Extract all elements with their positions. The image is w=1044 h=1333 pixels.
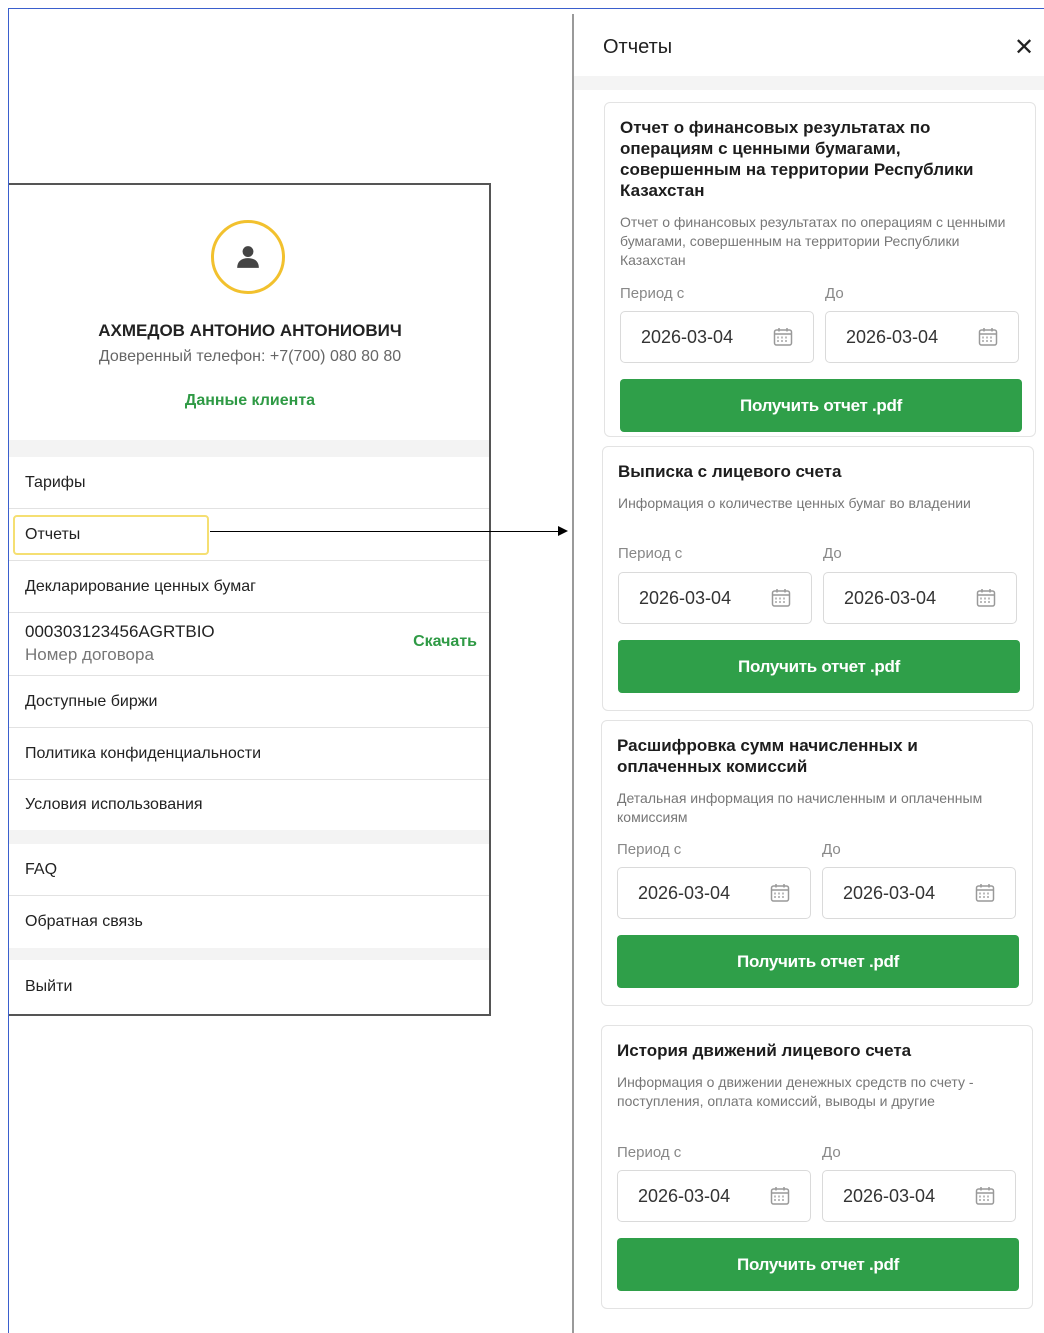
get-report-button[interactable]: Получить отчет .pdf [618,640,1020,693]
date-value: 2026-03-04 [843,882,936,903]
date-value: 2026-03-04 [638,882,731,903]
report-card: Отчет о финансовых результатах по операц… [604,102,1036,437]
calendar-icon[interactable] [978,327,998,347]
date-value: 2026-03-04 [638,1185,731,1206]
report-description: Детальная информация по начисленным и оп… [617,790,983,825]
report-description: Информация о количестве ценных бумаг во … [618,495,971,511]
trusted-phone: Доверенный телефон: +7(700) 080 80 80 [98,348,402,365]
calendar-icon[interactable] [770,1186,790,1206]
get-report-button[interactable]: Получить отчет .pdf [617,1238,1019,1291]
report-title: Отчет о финансовых результатах по операц… [620,118,974,200]
report-description: Информация о движении денежных средств п… [617,1074,974,1109]
reports-panel: Отчеты ✕ Отчет о финансовых результатах … [572,14,1044,1333]
avatar [211,220,285,294]
menu-item-label: Политика конфиденциальности [25,744,262,762]
menu-item-label: Обратная связь [25,913,143,930]
period-to-label: До [825,285,844,302]
calendar-icon[interactable] [773,327,793,347]
period-to-label: До [822,1144,841,1161]
date-from-field[interactable]: 2026-03-04 [618,572,812,624]
section-gap [9,948,489,960]
date-from-field[interactable]: 2026-03-04 [617,1170,811,1222]
client-data-link[interactable]: Данные клиента [9,392,491,410]
report-title: Расшифровка сумм начисленных и оплаченны… [617,736,918,776]
calendar-icon[interactable] [976,588,996,608]
client-name: АХМЕДОВ АНТОНИО АНТОНИОВИЧ [98,321,402,340]
get-report-button[interactable]: Получить отчет .pdf [620,379,1022,432]
menu-item-feedback[interactable]: Обратная связь [9,896,489,948]
contract-label: Номер договора [25,645,154,664]
calendar-icon[interactable] [975,883,995,903]
reports-title: Отчеты [603,36,673,58]
date-value: 2026-03-04 [846,326,939,347]
frame-top-line [8,8,1044,9]
period-to-label: До [822,841,841,858]
period-from-label: Период с [617,1144,682,1161]
arrow-head [558,526,568,536]
period-to-label: До [823,545,842,562]
calendar-icon[interactable] [975,1186,995,1206]
menu-item-label: Доступные биржи [25,692,158,710]
section-gap [9,440,489,457]
date-to-field[interactable]: 2026-03-04 [822,1170,1016,1222]
report-card: Расшифровка сумм начисленных и оплаченны… [601,720,1033,1006]
menu-item-faq[interactable]: FAQ [9,844,489,896]
report-card: История движений лицевого счета Информац… [601,1025,1033,1309]
close-icon[interactable]: ✕ [1014,36,1034,60]
period-from-label: Период с [620,285,685,302]
panel-separator [574,76,1044,90]
date-from-field[interactable]: 2026-03-04 [620,311,814,363]
download-link[interactable]: Скачать [413,633,477,651]
date-value: 2026-03-04 [639,587,732,608]
date-from-field[interactable]: 2026-03-04 [617,867,811,919]
menu-item-exchanges[interactable]: Доступные биржи [9,676,489,728]
menu-item-tariffs[interactable]: Тарифы [9,457,489,509]
menu-item-label: Тарифы [25,473,86,491]
report-title: История движений лицевого счета [617,1041,912,1060]
menu-item-declaration[interactable]: Декларирование ценных бумаг [9,561,489,613]
date-to-field[interactable]: 2026-03-04 [822,867,1016,919]
date-to-field[interactable]: 2026-03-04 [823,572,1017,624]
period-from-label: Период с [618,545,683,562]
calendar-icon[interactable] [770,883,790,903]
menu-item-label: Декларирование ценных бумаг [25,577,256,595]
date-to-field[interactable]: 2026-03-04 [825,311,1019,363]
menu-item-logout[interactable]: Выйти [9,960,489,1014]
menu-item-label: Выйти [25,978,73,995]
user-icon [237,246,259,268]
date-value: 2026-03-04 [843,1185,936,1206]
calendar-icon[interactable] [771,588,791,608]
get-report-button[interactable]: Получить отчет .pdf [617,935,1019,988]
profile-panel: АХМЕДОВ АНТОНИО АНТОНИОВИЧ Доверенный те… [9,183,491,1016]
report-description: Отчет о финансовых результатах по операц… [620,214,1006,268]
section-gap [9,830,489,844]
date-value: 2026-03-04 [641,326,734,347]
period-from-label: Период с [617,841,682,858]
menu-item-label: Условия использования [25,796,203,813]
contract-number: 000303123456AGRTBIO [25,622,215,641]
menu-item-label: FAQ [25,860,58,878]
report-title: Выписка с лицевого счета [618,462,842,481]
menu-item-privacy[interactable]: Политика конфиденциальности [9,728,489,780]
report-card: Выписка с лицевого счета Информация о ко… [602,446,1034,711]
menu-item-terms[interactable]: Условия использования [9,780,489,830]
reports-highlight [13,515,209,555]
arrow-line [210,531,560,532]
date-value: 2026-03-04 [844,587,937,608]
